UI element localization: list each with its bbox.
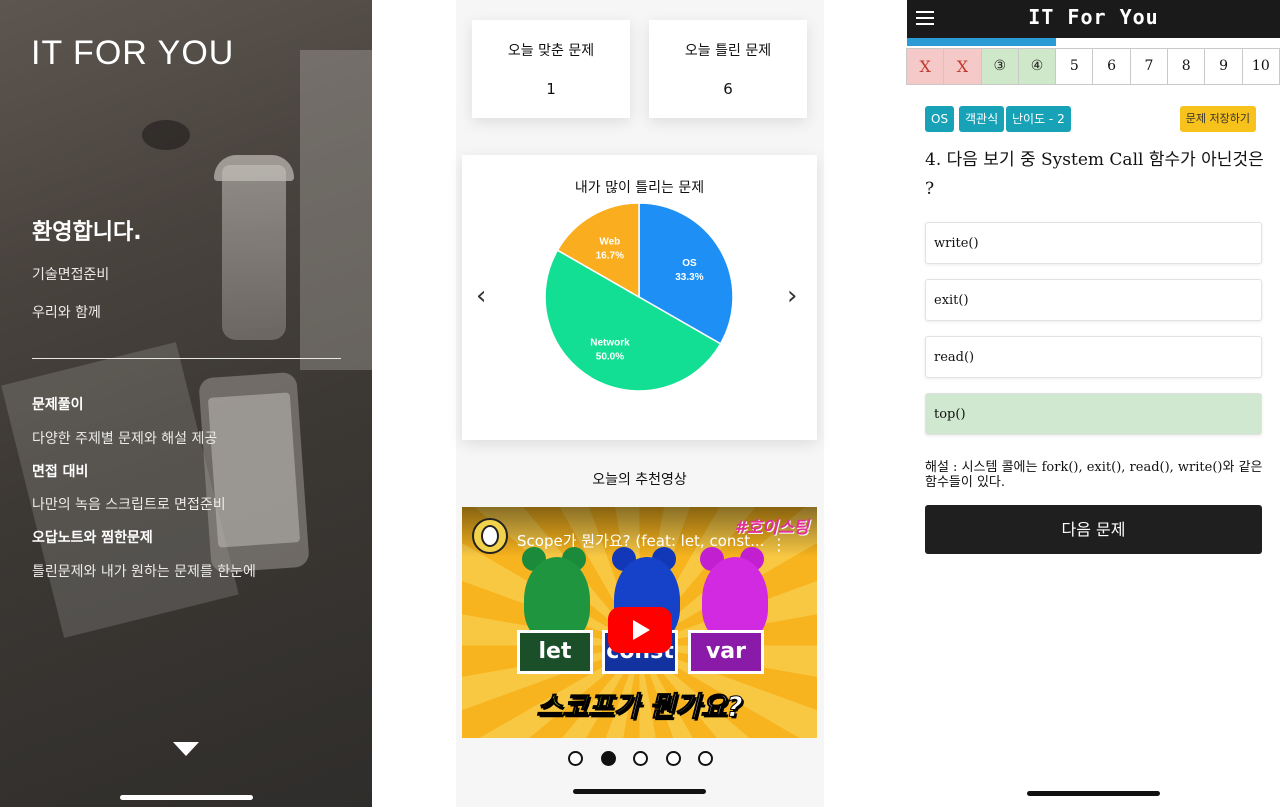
background-photo-phone-screen (207, 392, 301, 548)
pie-label-os: OS (682, 258, 697, 269)
next-question-button[interactable]: 다음 문제 (925, 505, 1262, 554)
sign-let: let (517, 630, 593, 674)
video-caption-rest: 가 뭔가요? (613, 690, 743, 724)
question-number-7[interactable]: 7 (1129, 48, 1169, 85)
carousel-dot-5[interactable] (698, 751, 713, 766)
wrong-today-label: 오늘 틀린 문제 (684, 43, 772, 59)
question-number-bar: X X ③ ④ 5 6 7 8 9 10 (906, 48, 1280, 85)
correct-today-value: 1 (546, 80, 556, 98)
question-text: 4. 다음 보기 중 System Call 함수가 아닌것은 ? (925, 150, 1264, 199)
question-number-4[interactable]: ④ (1017, 48, 1057, 85)
more-vertical-icon[interactable]: ⋮ (771, 535, 787, 554)
carousel-dot-4[interactable] (665, 751, 681, 766)
quiz-progress-bar (907, 38, 1280, 46)
tag-subject: OS (925, 106, 955, 132)
play-icon (633, 620, 650, 640)
correct-today-label: 오늘 맞춘 문제 (507, 43, 595, 59)
pie-value-web: 16.7% (596, 251, 624, 262)
app-screens: IT FOR YOU 환영합니다. 기술면접준비 우리와 함께 문제풀이 다양한… (0, 0, 1280, 807)
question-number-9[interactable]: 9 (1204, 48, 1243, 85)
video-title[interactable]: Scope가 뭔가요? (feat: let, const... (517, 530, 764, 551)
quiz-screen: IT For You X X ③ ④ 5 6 7 8 9 10 OS 객관식 난이도 - 2 문제… (906, 0, 1280, 807)
pie-label-network: Network (590, 338, 630, 349)
welcome-heading: 환영합니다. (32, 220, 142, 245)
home-indicator[interactable] (573, 789, 706, 794)
question-number-6[interactable]: 6 (1092, 48, 1131, 85)
divider (32, 358, 341, 359)
pie-value-network: 50.0% (596, 352, 624, 363)
answer-option-3[interactable]: read() (925, 336, 1262, 378)
subtitle-line-1: 기술면접준비 (32, 267, 110, 283)
background-photo-laptop (300, 50, 372, 370)
tag-type: 객관식 (959, 106, 1005, 132)
feature-title-wrong-notes: 오답노트와 찜한문제 (32, 530, 153, 546)
recommended-video-title: 오늘의 추천영상 (592, 472, 687, 488)
question-number-5[interactable]: 5 (1055, 48, 1094, 85)
pie-value-os: 33.3% (675, 272, 703, 283)
correct-today-card: 오늘 맞춘 문제 1 (472, 20, 630, 118)
wrong-today-card: 오늘 틀린 문제 6 (649, 20, 807, 118)
tag-difficulty: 난이도 - 2 (1006, 106, 1071, 132)
pie-label-web: Web (599, 237, 620, 248)
wrong-today-value: 6 (723, 80, 733, 98)
dashboard-screen: 오늘 맞춘 문제 1 오늘 틀린 문제 6 내가 많이 틀리는 문제 ‹ › O… (372, 0, 907, 807)
question-number-3[interactable]: ③ (980, 48, 1019, 85)
question-number-10[interactable]: 10 (1241, 48, 1280, 85)
play-button[interactable] (608, 607, 672, 653)
question-number-8[interactable]: 8 (1167, 48, 1206, 85)
feature-desc-interview: 나만의 녹음 스크립트로 면접준비 (32, 497, 226, 513)
pie-chart: OS 33.3% Network 50.0% Web 16.7% (544, 202, 734, 392)
video-caption: 스코프가 뭔가요? (462, 685, 817, 725)
background-photo-desk-hole (142, 120, 190, 150)
wrong-topics-chart-card: 내가 많이 틀리는 문제 ‹ › OS 33.3% Network 50.0% Web 1… (462, 155, 817, 440)
answer-option-1[interactable]: write() (925, 222, 1262, 264)
app-title: IT For You (1028, 5, 1159, 29)
save-question-button[interactable]: 문제 저장하기 (1179, 106, 1256, 132)
landing-screen: IT FOR YOU 환영합니다. 기술면접준비 우리와 함께 문제풀이 다양한… (0, 0, 372, 807)
background-photo-cup (222, 165, 286, 340)
explanation-text: 해설 : 시스템 콜에는 fork(), exit(), read(), wri… (925, 460, 1263, 490)
feature-desc-wrong-notes: 틀린문제와 내가 원하는 문제를 한눈에 (32, 564, 256, 580)
avatar-face-icon (481, 525, 499, 547)
carousel-dot-1[interactable] (568, 751, 583, 766)
feature-title-problems: 문제풀이 (32, 397, 84, 413)
answer-option-4[interactable]: top() (925, 393, 1262, 435)
video-thumbnail[interactable]: Scope가 뭔가요? (feat: let, const... #호이스팅 ⋮… (462, 507, 817, 738)
subtitle-line-2: 우리와 함께 (32, 305, 101, 321)
scroll-down-icon[interactable] (173, 742, 199, 756)
answer-option-2[interactable]: exit() (925, 279, 1262, 321)
question-number-1[interactable]: X (906, 48, 945, 85)
carousel-dot-3[interactable] (633, 751, 648, 766)
feature-title-interview: 면접 대비 (32, 464, 89, 480)
sign-var: var (688, 630, 764, 674)
quiz-progress-fill (907, 38, 1057, 46)
home-indicator[interactable] (120, 795, 253, 800)
video-caption-highlight: 스코프 (536, 690, 614, 724)
question-number-2[interactable]: X (943, 48, 982, 85)
carousel-dot-2[interactable] (600, 751, 616, 766)
home-indicator[interactable] (1027, 791, 1160, 796)
app-header: IT For You (907, 0, 1280, 38)
brand-logo: IT FOR YOU (31, 34, 235, 72)
feature-desc-problems: 다양한 주제별 문제와 해설 제공 (32, 431, 218, 447)
